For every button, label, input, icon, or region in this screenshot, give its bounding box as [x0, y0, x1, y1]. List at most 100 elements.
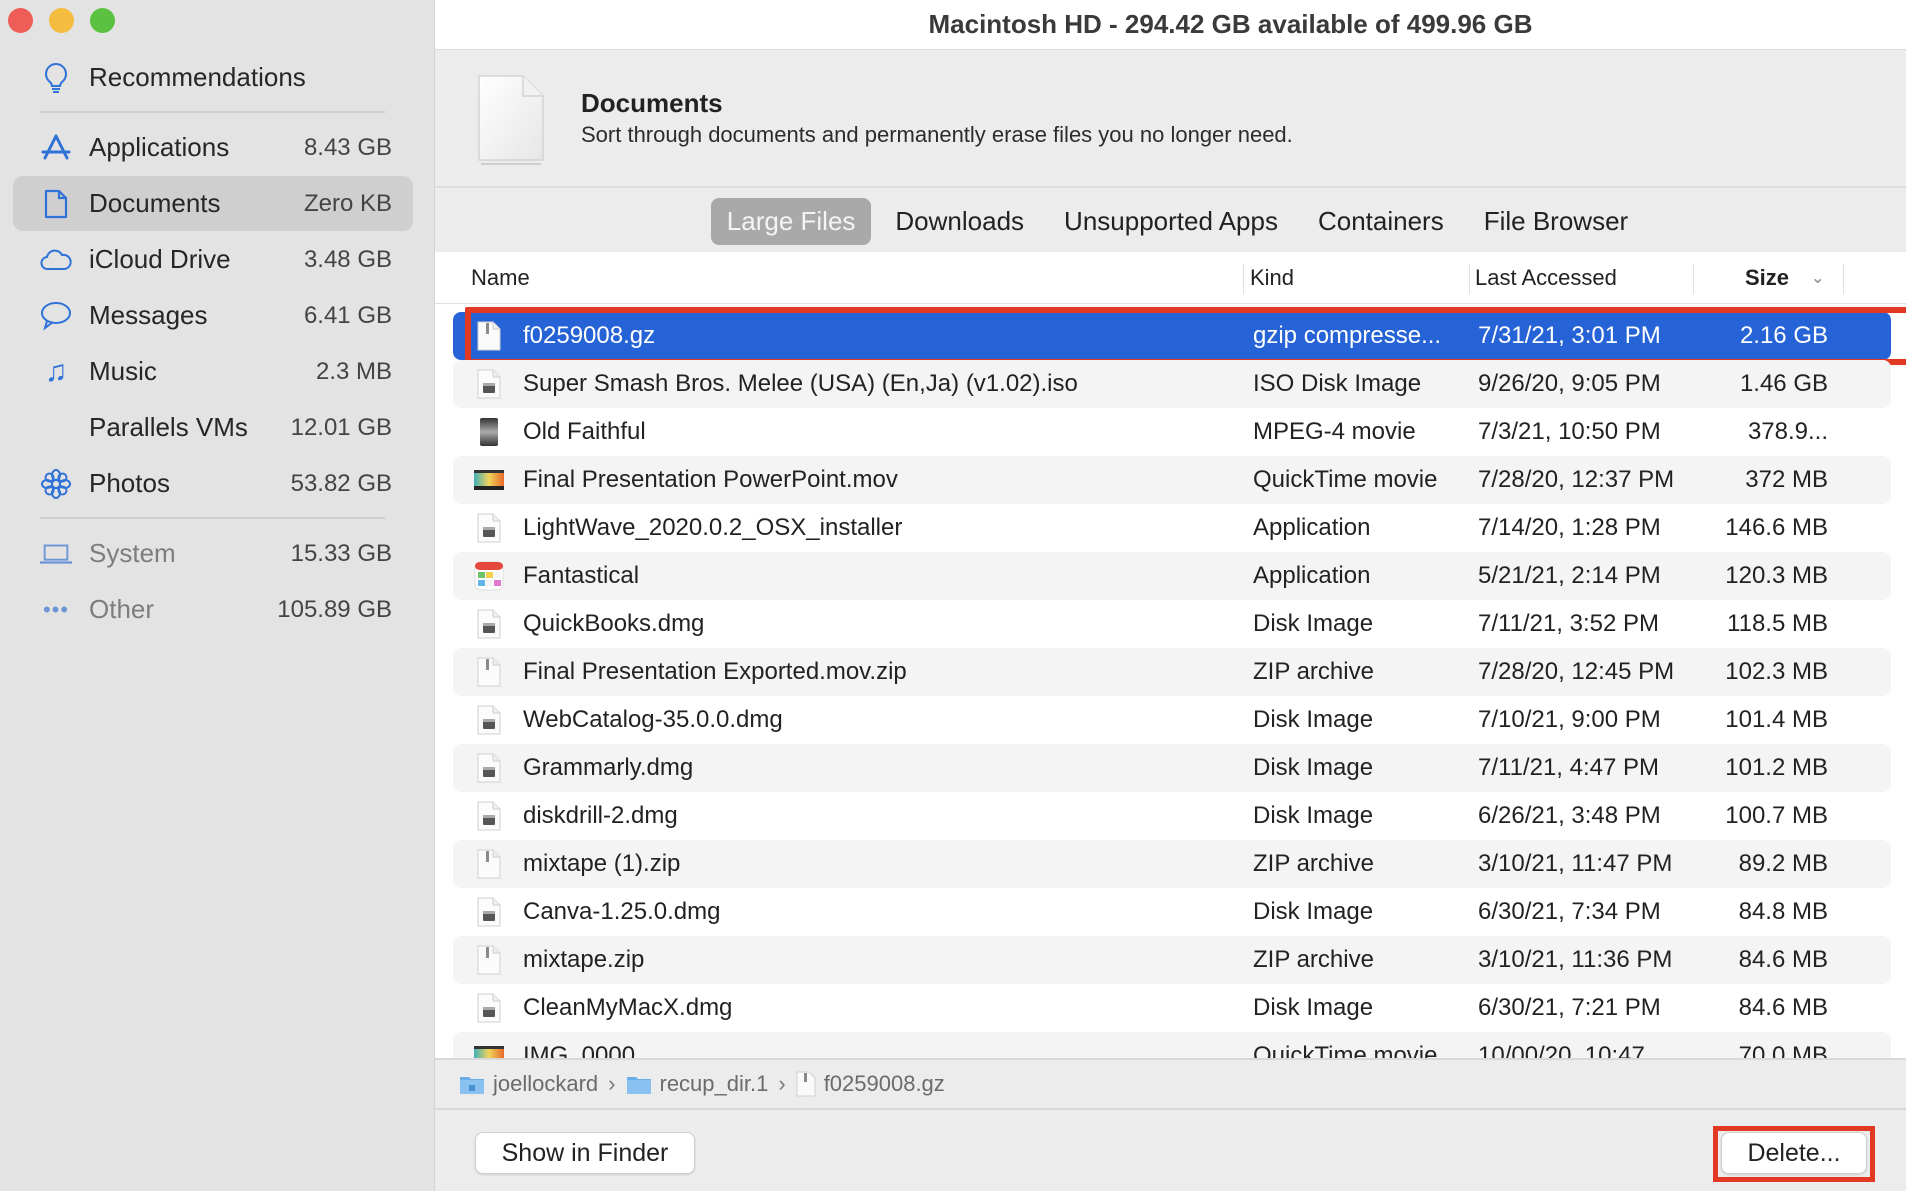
disk-image-icon	[473, 984, 505, 1032]
table-row[interactable]: mixtape.zip ZIP archive 3/10/21, 11:36 PM 8…	[453, 936, 1891, 984]
file-size: 1.46 GB	[1739, 370, 1828, 397]
file-name: diskdrill-2.dmg	[523, 802, 678, 829]
tab-large-files[interactable]: Large Files	[710, 197, 872, 245]
column-divider[interactable]	[1843, 264, 1844, 294]
file-kind: Application	[1253, 562, 1371, 589]
table-row-selected[interactable]: f0259008.gz gzip compresse... 7/31/21, 3:0…	[453, 307, 1906, 365]
table-row[interactable]: Super Smash Bros. Melee (USA) (En,Ja) (v…	[453, 360, 1891, 408]
main-panel: Macintosh HD - 294.42 GB available of 49…	[435, 0, 1906, 1191]
file-kind: Application	[1253, 514, 1371, 541]
breadcrumb-item[interactable]: recup_dir.1	[626, 1071, 768, 1097]
video-thumbnail-icon	[473, 408, 505, 456]
file-last-accessed: 9/26/20, 9:05 PM	[1478, 370, 1661, 397]
sidebar-item-recommendations[interactable]: Recommendations	[13, 50, 413, 105]
sidebar-divider	[40, 517, 385, 519]
file-name: Fantastical	[523, 562, 640, 589]
delete-button[interactable]: Delete...	[1721, 1132, 1867, 1174]
zoom-window-button[interactable]	[90, 8, 115, 33]
file-kind: Disk Image	[1253, 610, 1374, 637]
disk-image-icon	[473, 504, 505, 552]
file-name: IMG_0000	[523, 1042, 636, 1058]
file-name: CleanMyMacX.dmg	[523, 994, 733, 1021]
table-header: Name Kind Last Accessed Size ⌄	[435, 252, 1906, 304]
music-note-icon: ♫	[44, 354, 68, 388]
table-row[interactable]: Fantastical Application 5/21/21, 2:14 PM 12…	[453, 552, 1891, 600]
file-last-accessed: 7/3/21, 10:50 PM	[1478, 418, 1661, 445]
sidebar-item-label: Parallels VMs	[89, 412, 248, 442]
table-row[interactable]: Final Presentation PowerPoint.mov QuickTi…	[453, 456, 1891, 504]
breadcrumb-separator-icon: ›	[608, 1071, 616, 1096]
tab-containers[interactable]: Containers	[1302, 198, 1460, 245]
file-name: WebCatalog-35.0.0.dmg	[523, 706, 783, 733]
sidebar-item-size: 53.82 GB	[290, 469, 392, 497]
speech-bubble-icon	[39, 299, 73, 333]
table-row[interactable]: Final Presentation Exported.mov.zip ZIP a…	[453, 648, 1891, 696]
window-title: Macintosh HD - 294.42 GB available of 49…	[928, 9, 1533, 39]
sidebar-item-size: 8.43 GB	[303, 133, 392, 161]
sidebar-item-messages[interactable]: Messages 6.41 GB	[13, 288, 413, 343]
file-size: 100.7 MB	[1725, 802, 1828, 829]
disk-image-icon	[473, 888, 505, 936]
sidebar-item-icloud-drive[interactable]: iCloud Drive 3.48 GB	[13, 232, 413, 287]
sidebar-item-applications[interactable]: Applications 8.43 GB	[13, 120, 413, 175]
table-row[interactable]: QuickBooks.dmg Disk Image 7/11/21, 3:52 PM…	[453, 600, 1891, 648]
sidebar-divider	[40, 111, 385, 113]
file-last-accessed: 3/10/21, 11:47 PM	[1478, 850, 1673, 877]
sidebar-item-other[interactable]: ••• Other 105.89 GB	[13, 582, 413, 637]
sidebar-item-photos[interactable]: Photos 53.82 GB	[13, 456, 413, 511]
app-store-icon	[39, 131, 73, 165]
file-kind: ZIP archive	[1253, 658, 1374, 685]
table-body: f0259008.gz gzip compresse... 7/31/21, 3:0…	[435, 307, 1906, 1058]
sidebar-item-system[interactable]: System 15.33 GB	[13, 526, 413, 581]
show-in-finder-button[interactable]: Show in Finder	[475, 1132, 695, 1174]
table-row[interactable]: Canva-1.25.0.dmg Disk Image 6/30/21, 7:34 …	[453, 888, 1891, 936]
column-header-last-accessed[interactable]: Last Accessed	[1475, 252, 1617, 304]
file-last-accessed: 7/28/20, 12:37 PM	[1478, 466, 1675, 493]
table-row[interactable]: LightWave_2020.0.2_OSX_installer Applicat…	[453, 504, 1891, 552]
sidebar-item-size: 12.01 GB	[290, 413, 392, 441]
title-bar: Macintosh HD - 294.42 GB available of 49…	[435, 0, 1906, 50]
table-row[interactable]: Old Faithful MPEG-4 movie 7/3/21, 10:50 PM…	[453, 408, 1891, 456]
tab-unsupported-apps[interactable]: Unsupported Apps	[1048, 198, 1294, 245]
column-header-kind[interactable]: Kind	[1250, 252, 1294, 304]
breadcrumb-item[interactable]: f0259008.gz	[796, 1071, 945, 1097]
column-divider[interactable]	[1243, 264, 1244, 294]
table-row[interactable]: CleanMyMacX.dmg Disk Image 6/30/21, 7:21 P…	[453, 984, 1891, 1032]
sidebar-item-label: iCloud Drive	[89, 244, 231, 274]
sidebar-item-documents[interactable]: Documents Zero KB	[13, 176, 413, 231]
ellipsis-icon: •••	[42, 596, 70, 622]
file-kind: Disk Image	[1253, 994, 1374, 1021]
category-title: Documents	[581, 88, 723, 118]
file-size: 84.8 MB	[1738, 898, 1828, 925]
disk-image-icon	[473, 360, 505, 408]
column-header-size[interactable]: Size ⌄	[1745, 252, 1824, 304]
minimize-window-button[interactable]	[49, 8, 74, 33]
table-row[interactable]: Grammarly.dmg Disk Image 7/11/21, 4:47 PM 1…	[453, 744, 1891, 792]
file-size: 89.2 MB	[1738, 850, 1828, 877]
action-bar: Show in Finder Delete...	[435, 1110, 1906, 1191]
column-divider[interactable]	[1469, 264, 1470, 294]
table-row[interactable]: WebCatalog-35.0.0.dmg Disk Image 7/10/21, …	[453, 696, 1891, 744]
table-row[interactable]: IMG_0000 QuickTime movie 10/00/20, 10:47 70…	[453, 1032, 1891, 1058]
calendar-app-icon	[473, 552, 505, 600]
file-last-accessed: 7/28/20, 12:45 PM	[1478, 658, 1675, 685]
sidebar-item-parallels-vms[interactable]: Parallels VMs 12.01 GB	[13, 400, 413, 455]
sidebar-item-music[interactable]: ♫ Music 2.3 MB	[13, 344, 413, 399]
column-divider[interactable]	[1693, 264, 1694, 294]
file-name: Old Faithful	[523, 418, 646, 445]
category-header: Documents Sort through documents and per…	[435, 50, 1906, 188]
sidebar: Recommendations Applications 8.43 GB Doc…	[0, 0, 435, 1191]
breadcrumb-separator-icon: ›	[778, 1071, 786, 1096]
table-row[interactable]: mixtape (1).zip ZIP archive 3/10/21, 11:47…	[453, 840, 1891, 888]
tab-downloads[interactable]: Downloads	[879, 198, 1040, 245]
disk-image-icon	[473, 792, 505, 840]
table-row[interactable]: diskdrill-2.dmg Disk Image 6/26/21, 3:48 P…	[453, 792, 1891, 840]
column-header-name[interactable]: Name	[471, 252, 530, 304]
file-kind: ISO Disk Image	[1253, 370, 1422, 397]
breadcrumb-item[interactable]: joellockard	[459, 1071, 598, 1097]
close-window-button[interactable]	[8, 8, 33, 33]
tab-file-browser[interactable]: File Browser	[1468, 198, 1644, 245]
file-last-accessed: 7/14/20, 1:28 PM	[1478, 514, 1661, 541]
home-folder-icon	[460, 1077, 484, 1094]
file-last-accessed: 3/10/21, 11:36 PM	[1478, 946, 1673, 973]
